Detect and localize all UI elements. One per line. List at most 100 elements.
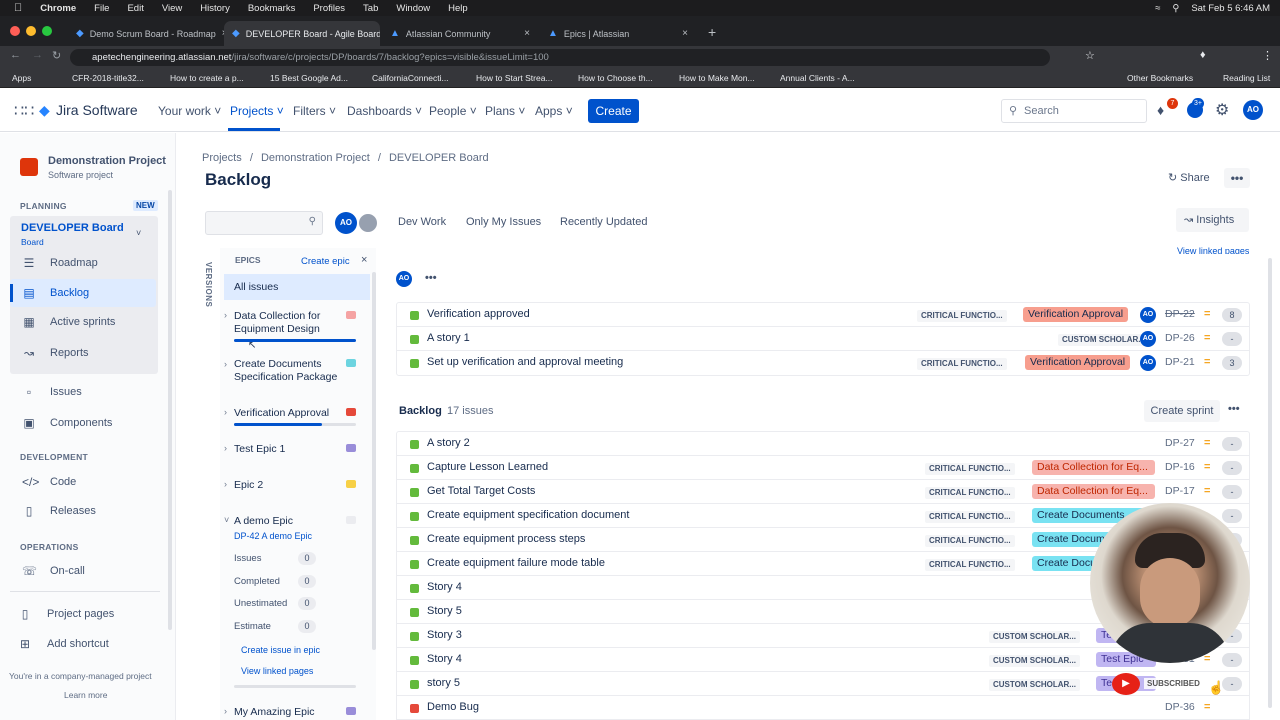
reading-list[interactable]: Reading List	[1223, 73, 1270, 83]
settings-gear-icon[interactable]: ⚙	[1215, 100, 1229, 120]
browser-tab[interactable]: ▲ Epics | Atlassian ×	[540, 21, 696, 46]
epics-panel-scrollbar[interactable]	[372, 272, 376, 650]
main-scrollbar[interactable]	[1268, 258, 1272, 708]
search-input[interactable]: ⚲ Search	[1001, 99, 1147, 123]
sidebar-item-backlog[interactable]: Backlog	[50, 287, 89, 299]
sidebar-item-add-shortcut[interactable]: Add shortcut	[47, 638, 109, 650]
bookmark[interactable]: How to Start Strea...	[476, 73, 553, 83]
breadcrumb-board[interactable]: DEVELOPER Board	[389, 152, 489, 164]
maximize-window-button[interactable]	[42, 26, 52, 36]
chevron-right-icon[interactable]: ›	[224, 407, 227, 417]
new-tab-button[interactable]: +	[708, 24, 716, 40]
view-linked-pages-top[interactable]: View linked pages	[1177, 246, 1249, 254]
menu-window[interactable]: Window	[396, 3, 430, 14]
clock[interactable]: Sat Feb 5 6:46 AM	[1191, 3, 1270, 14]
chevron-right-icon[interactable]: ›	[224, 479, 227, 489]
user-avatar[interactable]: AO	[1243, 100, 1263, 120]
forward-icon[interactable]: →	[32, 49, 43, 61]
other-bookmarks[interactable]: Other Bookmarks	[1127, 73, 1193, 83]
bell-icon[interactable]: ♦	[1157, 102, 1164, 118]
more-actions-button[interactable]: •••	[1224, 168, 1250, 188]
sidebar-item-project-pages[interactable]: Project pages	[47, 608, 114, 620]
apple-icon[interactable]: 	[14, 2, 22, 14]
nav-people[interactable]: People ˅	[429, 104, 477, 118]
nav-plans[interactable]: Plans ˅	[485, 104, 525, 118]
epic-item[interactable]: My Amazing Epic	[234, 706, 315, 719]
epic-menu-icon[interactable]	[346, 516, 356, 524]
reload-icon[interactable]: ↻	[52, 49, 61, 62]
menu-app[interactable]: Chrome	[40, 3, 76, 14]
insights-button[interactable]: ↝ Insights	[1176, 208, 1249, 232]
nav-filters[interactable]: Filters ˅	[293, 104, 336, 118]
sidebar-item-on-call[interactable]: On-call	[50, 565, 85, 577]
create-issue-in-epic-link[interactable]: Create issue in epic	[241, 645, 320, 655]
sidebar-item-reports[interactable]: Reports	[50, 347, 89, 359]
sidebar-item-active-sprints[interactable]: Active sprints	[50, 316, 115, 328]
chevron-right-icon[interactable]: ›	[224, 706, 227, 716]
extensions-icon[interactable]: ♦	[1200, 49, 1206, 61]
nav-projects[interactable]: Projects ˅	[230, 104, 284, 118]
versions-tab[interactable]: VERSIONS	[204, 262, 213, 307]
epic-menu-icon[interactable]	[346, 311, 356, 319]
project-name[interactable]: Demonstration Project	[48, 155, 166, 167]
backlog-issue-row[interactable]: Capture Lesson Learned CRITICAL FUNCTIO.…	[397, 456, 1250, 480]
epic-item[interactable]: Verification Approval	[234, 407, 329, 420]
app-switcher-icon[interactable]: ∷∷	[14, 101, 34, 121]
create-sprint-button[interactable]: Create sprint	[1144, 400, 1220, 422]
bookmark[interactable]: CaliforniaConnecti...	[372, 73, 449, 83]
chevron-right-icon[interactable]: ›	[224, 310, 227, 320]
menu-file[interactable]: File	[94, 3, 109, 14]
url-field[interactable]: apetechengineering.atlassian.net/jira/so…	[70, 49, 1050, 66]
sprint-issue-row[interactable]: A story 1 CUSTOM SCHOLAR... AO DP-26 = -	[397, 327, 1250, 351]
all-issues-row[interactable]: All issues	[224, 274, 370, 300]
epic-item[interactable]: Epic 2	[234, 479, 263, 492]
epic-menu-icon[interactable]	[346, 707, 356, 715]
breadcrumb-project[interactable]: Demonstration Project	[261, 152, 370, 164]
chevron-down-icon[interactable]: ˅	[224, 515, 229, 525]
sidebar-item-releases[interactable]: Releases	[50, 505, 96, 517]
sidebar-item-code[interactable]: Code	[50, 476, 76, 488]
browser-tab[interactable]: ▲ Atlassian Community ×	[382, 21, 538, 46]
browser-tab-active[interactable]: ◆DEVELOPER Board - Agile Board×	[224, 21, 380, 46]
learn-more-link[interactable]: Learn more	[64, 690, 107, 700]
epic-menu-icon[interactable]	[346, 408, 356, 416]
bookmark[interactable]: How to create a p...	[170, 73, 244, 83]
bookmark[interactable]: How to Choose th...	[578, 73, 653, 83]
nav-your-work[interactable]: Your work ˅	[158, 104, 221, 118]
star-icon[interactable]: ☆	[1085, 49, 1095, 62]
wifi-icon[interactable]: ≈	[1155, 3, 1160, 14]
epic-item[interactable]: Test Epic 1	[234, 443, 285, 456]
create-button[interactable]: Create	[588, 99, 639, 123]
backlog-issue-row[interactable]: Get Total Target Costs CRITICAL FUNCTIO.…	[397, 480, 1250, 504]
assignee-filter-avatar[interactable]: AO	[335, 212, 357, 234]
bookmark[interactable]: Annual Clients - A...	[780, 73, 855, 83]
unassigned-avatar[interactable]	[357, 212, 379, 234]
menu-profiles[interactable]: Profiles	[313, 3, 345, 14]
menu-help[interactable]: Help	[448, 3, 468, 14]
chevron-right-icon[interactable]: ›	[224, 359, 227, 369]
filter-dev-work[interactable]: Dev Work	[398, 216, 446, 228]
sidebar-scrollbar[interactable]	[168, 190, 172, 630]
backlog-search-input[interactable]: ⚲	[205, 211, 323, 235]
more-icon[interactable]: ⋮	[1262, 49, 1273, 62]
sprint-user-avatar[interactable]: AO	[396, 271, 412, 287]
epic-menu-icon[interactable]	[346, 480, 356, 488]
menu-edit[interactable]: Edit	[127, 3, 143, 14]
sidebar-item-issues[interactable]: Issues	[50, 386, 82, 398]
sprint-issue-row[interactable]: Verification approved CRITICAL FUNCTIO..…	[397, 303, 1250, 327]
close-icon[interactable]: ×	[361, 254, 367, 266]
backlog-issue-row[interactable]: A story 2 DP-27 = -	[397, 432, 1250, 456]
view-linked-pages-link[interactable]: View linked pages	[241, 666, 313, 676]
share-button[interactable]: ↻ Share	[1168, 171, 1210, 184]
breadcrumb-projects[interactable]: Projects	[202, 152, 242, 164]
minimize-window-button[interactable]	[26, 26, 36, 36]
chevron-down-icon[interactable]: ˅	[136, 228, 141, 238]
nav-dashboards[interactable]: Dashboards ˅	[347, 104, 422, 118]
close-tab-icon[interactable]: ×	[682, 28, 688, 39]
bookmark[interactable]: 15 Best Google Ad...	[270, 73, 348, 83]
bookmark[interactable]: How to Make Mon...	[679, 73, 755, 83]
bookmark-apps[interactable]: Apps	[12, 73, 31, 83]
bookmark[interactable]: CFR-2018-title32...	[72, 73, 144, 83]
search-icon[interactable]: ⚲	[1172, 3, 1179, 14]
back-icon[interactable]: ←	[10, 49, 21, 61]
